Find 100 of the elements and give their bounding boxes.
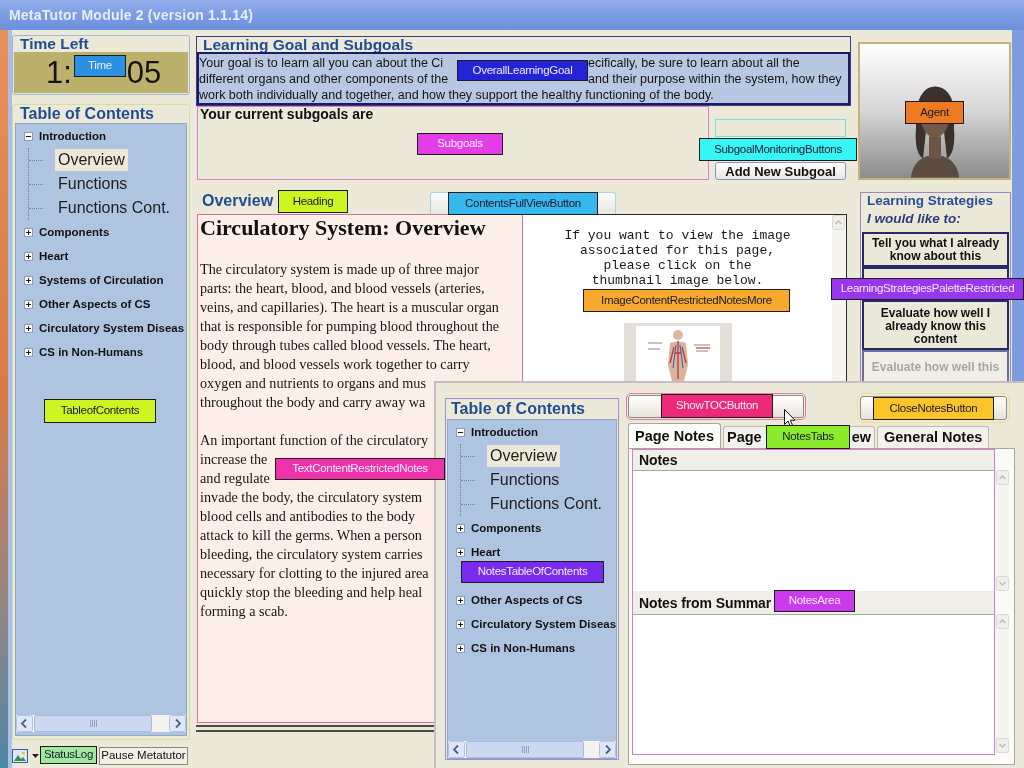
- tree-item[interactable]: Introduction: [38, 128, 108, 144]
- tree-item[interactable]: Functions Cont.: [55, 197, 174, 219]
- tree-item[interactable]: Circulatory System Diseas: [470, 616, 618, 632]
- paragraph-line: attack to kill the germs. When a person: [200, 526, 422, 545]
- tree-item[interactable]: Other Aspects of CS: [38, 296, 152, 312]
- annotation-tooltip: ContentsFullViewButton: [448, 192, 598, 215]
- goal-text-line: and their purpose within the system, how they: [588, 71, 842, 87]
- image-icon[interactable]: [12, 747, 28, 764]
- panel-heading: Table of Contents: [20, 105, 154, 123]
- paragraph-line: that is responsible for pumping blood throughout the: [200, 317, 500, 336]
- add-subgoal-button[interactable]: Add New Subgoal: [715, 162, 846, 180]
- chevron-right-icon[interactable]: [169, 715, 186, 732]
- collapse-icon[interactable]: [24, 131, 33, 141]
- subgoals-heading: Your current subgoals are: [200, 107, 374, 121]
- chevron-left-icon[interactable]: [16, 715, 33, 732]
- expand-icon[interactable]: [456, 547, 465, 557]
- scrollbar-thumb[interactable]: [34, 715, 152, 732]
- tree-item[interactable]: Introduction: [470, 424, 540, 440]
- tree-item[interactable]: CS in Non-Humans: [470, 640, 577, 656]
- section-heading: Overview: [202, 191, 274, 211]
- expand-icon[interactable]: [456, 643, 465, 653]
- expand-icon[interactable]: [24, 227, 33, 237]
- image-prompt-text: If you want to view the image associated for this page, please click on the thumbnail image below.: [564, 228, 791, 288]
- paragraph-line: and regulate: [200, 469, 270, 488]
- tree-item[interactable]: Heart: [38, 248, 70, 264]
- annotation-tooltip: Time: [74, 55, 126, 77]
- paragraph-line: throughout the body and carry away wa: [200, 393, 426, 412]
- grip-icon: [521, 746, 529, 753]
- expand-icon[interactable]: [24, 347, 33, 357]
- section-label: Notes from Summar: [639, 595, 772, 610]
- chevron-left-icon[interactable]: [448, 741, 465, 758]
- tree-item[interactable]: Components: [470, 520, 543, 536]
- paragraph-line: veins, and capillaries). The heart is a muscular organ: [200, 298, 499, 317]
- expand-icon[interactable]: [456, 619, 465, 629]
- time-digits: 1:: [46, 57, 72, 88]
- strategy-button[interactable]: Tell you what I already know about this: [862, 232, 1009, 267]
- annotation-tooltip: NotesTableOfContents: [461, 561, 604, 583]
- paragraph-line: An important function of the circulatory: [200, 431, 429, 450]
- tree-item[interactable]: Functions: [487, 469, 563, 491]
- tree-item[interactable]: Functions: [55, 173, 131, 195]
- tree-item[interactable]: Heart: [470, 544, 502, 560]
- tree-item[interactable]: Overview: [55, 149, 128, 171]
- strategy-button[interactable]: Evaluate how well I already know this content: [862, 300, 1009, 350]
- tab[interactable]: Page Notes: [628, 423, 721, 448]
- annotation-tooltip: NotesTabs: [766, 425, 850, 449]
- expand-icon[interactable]: [24, 299, 33, 309]
- paragraph-line: invade the body, the circulatory system: [200, 488, 423, 507]
- tree-item[interactable]: Overview: [487, 445, 560, 467]
- paragraph-line: parts: the heart, blood, and blood vessels (arteries,: [200, 279, 485, 298]
- section-label: Notes: [639, 453, 678, 467]
- collapse-icon[interactable]: [456, 427, 465, 437]
- horizontal-scrollbar[interactable]: [16, 715, 186, 732]
- tree-item[interactable]: Systems of Circulation: [38, 272, 165, 288]
- circulatory-diagram-thumbnail[interactable]: [623, 323, 732, 381]
- tree-item[interactable]: Functions Cont.: [487, 493, 606, 515]
- tree-item[interactable]: Components: [38, 224, 111, 240]
- annotation-tooltip: OverallLearningGoal: [457, 60, 588, 81]
- goal-text-line: ecifically, be sure to learn about all the: [588, 55, 800, 71]
- annotation-tooltip: LearningStrategiesPaletteRestricted: [831, 278, 1024, 300]
- annotation-tooltip: NotesArea: [774, 590, 855, 612]
- page-title: Circulatory System: Overview: [200, 215, 486, 241]
- horizontal-scrollbar[interactable]: [448, 741, 616, 758]
- paragraph-line: body through tubes called blood vessels. The heart,: [200, 336, 491, 355]
- tree-item[interactable]: Other Aspects of CS: [470, 592, 584, 608]
- grip-icon: [89, 720, 97, 727]
- tree-item[interactable]: Circulatory System Diseas: [38, 320, 186, 336]
- expand-icon[interactable]: [24, 251, 33, 261]
- caret-down-icon[interactable]: [32, 753, 39, 758]
- annotation-tooltip: CloseNotesButton: [873, 397, 994, 420]
- annotation-tooltip: TableofContents: [44, 399, 156, 423]
- paragraph-line: The circulatory system is made up of three major: [200, 260, 479, 279]
- annotation-tooltip: Subgoals: [417, 133, 503, 155]
- time-left-label: Time Left: [20, 36, 89, 52]
- expand-icon[interactable]: [456, 523, 465, 533]
- annotation-tooltip: SubgoalMonitoringButtons: [699, 138, 857, 161]
- chevron-right-icon[interactable]: [599, 741, 616, 758]
- paragraph-line: blood, and blood vessels work together to carry: [200, 355, 470, 374]
- scrollbar-thumb[interactable]: [466, 741, 584, 758]
- paragraph-line: blood cells and antibodies to the body: [200, 507, 416, 526]
- expand-icon[interactable]: [24, 275, 33, 285]
- goal-text-line: different organs and other components of the: [199, 71, 449, 87]
- notes-field[interactable]: [633, 614, 994, 754]
- paragraph-line: forming a scab.: [200, 602, 288, 621]
- paragraph-line: quickly stop the bleeding and help heal: [200, 583, 423, 602]
- annotation-tooltip: Agent: [905, 101, 964, 124]
- tab[interactable]: General Notes: [877, 426, 990, 448]
- paragraph-line: increase the: [200, 450, 268, 469]
- tree-item[interactable]: CS in Non-Humans: [38, 344, 145, 360]
- expand-icon[interactable]: [24, 323, 33, 333]
- goal-text-line: work both individually and together, and how they support the healthy functioning of the body.: [199, 87, 714, 103]
- strategies-prompt: I would like to:: [867, 210, 961, 228]
- annotation-tooltip: ShowTOCButton: [661, 394, 773, 418]
- annotation-tooltip: ImageContentRestrictedNotesMore: [583, 289, 790, 312]
- expand-icon[interactable]: [456, 595, 465, 605]
- panel-heading: Table of Contents: [451, 399, 585, 419]
- pause-button[interactable]: Pause Metatutor: [99, 746, 188, 765]
- annotation-tooltip: TextContentRestrictedNotes: [275, 458, 445, 480]
- window-title: MetaTutor Module 2 (version 1.1.14): [9, 5, 253, 25]
- paragraph-line: necessary for clotting to the injured area: [200, 564, 429, 583]
- notes-field[interactable]: [633, 470, 994, 591]
